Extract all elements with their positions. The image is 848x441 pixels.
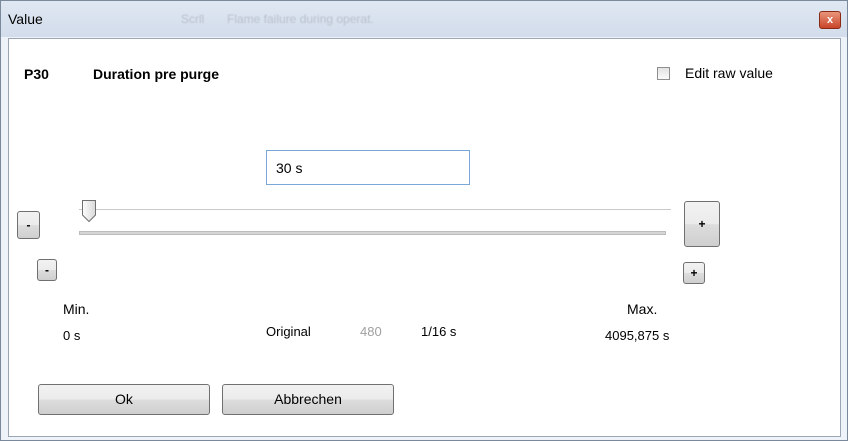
cancel-button[interactable]: Abbrechen: [222, 384, 394, 415]
value-dialog: Value Scrll Flame failure during operat.…: [0, 0, 848, 441]
increase-small-button[interactable]: +: [683, 262, 705, 284]
original-raw-value: 480: [360, 324, 382, 339]
increase-large-button[interactable]: +: [684, 201, 720, 247]
edit-raw-checkbox[interactable]: [657, 67, 670, 80]
window-title: Value: [8, 11, 43, 27]
slider-track[interactable]: [79, 231, 666, 235]
min-value: 0 s: [63, 328, 81, 343]
background-hint-1: Scrll: [181, 12, 205, 26]
slider-thumb[interactable]: [81, 199, 97, 223]
dialog-content: P30 Duration pre purge Edit raw value - …: [8, 38, 841, 437]
decrease-small-button[interactable]: -: [37, 259, 57, 281]
original-label: Original: [266, 324, 311, 339]
max-label: Max.: [627, 301, 658, 317]
resolution-value: 1/16 s: [421, 324, 457, 339]
close-button[interactable]: x: [819, 11, 841, 29]
background-hint-2: Flame failure during operat.: [227, 12, 374, 26]
value-input[interactable]: [266, 150, 470, 185]
edit-raw-label[interactable]: Edit raw value: [685, 65, 773, 81]
min-label: Min.: [63, 301, 90, 317]
decrease-large-button[interactable]: -: [17, 211, 40, 239]
ok-button[interactable]: Ok: [38, 384, 210, 415]
parameter-code: P30: [24, 66, 49, 82]
slider-top-line: [79, 209, 671, 210]
title-bar[interactable]: Value Scrll Flame failure during operat.…: [1, 1, 847, 37]
parameter-name: Duration pre purge: [93, 66, 220, 82]
max-value: 4095,875 s: [605, 328, 670, 343]
close-icon: x: [826, 14, 834, 26]
